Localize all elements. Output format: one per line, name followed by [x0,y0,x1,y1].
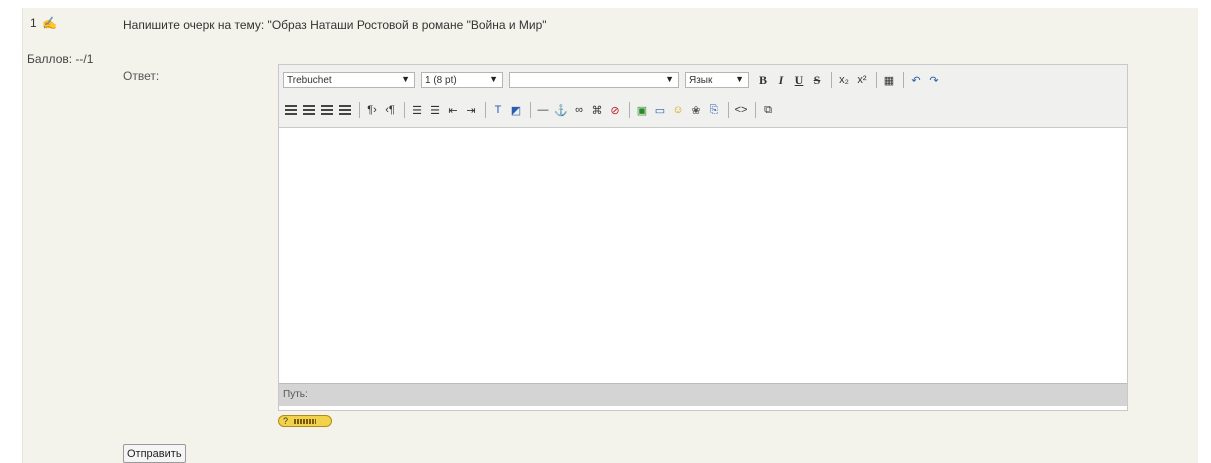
link-icon[interactable]: ∞ [571,102,587,118]
toolbar-divider [359,102,360,118]
clean-word-icon[interactable]: ▦ [881,72,897,88]
special-char-icon[interactable]: ❀ [688,102,704,118]
toolbar-divider [485,102,486,118]
html-source-icon[interactable]: <> [733,102,749,118]
question-score: Баллов: --/1 [27,52,94,66]
subscript-icon[interactable]: x₂ [836,72,852,88]
strikethrough-icon[interactable]: S [809,72,825,88]
font-size-select[interactable]: 1 (8 pt) ▼ [421,72,503,88]
editor-toolbar: Trebuchet ▼ 1 (8 pt) ▼ ▼ Язык ▼ B I U S … [279,65,1127,128]
fullscreen-icon[interactable]: ⧉ [760,102,776,118]
help-bars-icon [294,418,317,424]
smiley-icon[interactable]: ☺ [670,102,686,118]
toolbar-divider [903,72,904,88]
redo-icon[interactable]: ↷ [926,72,942,88]
align-right-icon[interactable] [319,102,335,118]
format-select[interactable]: ▼ [509,72,679,88]
language-select[interactable]: Язык ▼ [685,72,749,88]
table-icon[interactable]: ▭ [652,102,668,118]
ltr-icon[interactable]: ¶› [364,102,380,118]
chevron-down-icon: ▼ [401,74,410,84]
toolbar-row-2: ¶› ‹¶ ☰ ☰ ⇤ ⇥ T ◩ — ⚓ ∞ ⌘ ⊘ ▣ ▭ ☺ ❀ ⎘ <>… [283,99,778,121]
nolink-icon[interactable]: ⊘ [607,102,623,118]
outdent-icon[interactable]: ⇤ [445,102,461,118]
align-justify-icon[interactable] [337,102,353,118]
background-color-icon[interactable]: ◩ [508,102,524,118]
toolbar-divider [876,72,877,88]
answer-label: Ответ: [123,69,160,83]
unordered-list-icon[interactable]: ☰ [427,102,443,118]
unlink-icon[interactable]: ⌘ [589,102,605,118]
underline-icon[interactable]: U [791,72,807,88]
help-icon: ? [283,416,289,426]
superscript-icon[interactable]: x² [854,72,870,88]
font-size-value: 1 (8 pt) [425,74,457,86]
anchor-icon[interactable]: ⚓ [553,102,569,118]
question-number: 1 ✍ [30,16,57,30]
bold-icon[interactable]: B [755,72,771,88]
image-icon[interactable]: ▣ [634,102,650,118]
question-text: Напишите очерк на тему: "Образ Наташи Ро… [123,18,547,32]
font-family-select[interactable]: Trebuchet ▼ [283,72,415,88]
search-replace-icon[interactable]: ⎘ [706,102,722,118]
chevron-down-icon: ▼ [665,74,674,84]
help-badge[interactable]: ? [278,415,332,427]
chevron-down-icon: ▼ [735,74,744,84]
toolbar-divider [728,102,729,118]
italic-icon[interactable]: I [773,72,789,88]
align-center-icon[interactable] [301,102,317,118]
horizontal-rule-icon[interactable]: — [535,102,551,118]
indent-icon[interactable]: ⇥ [463,102,479,118]
undo-icon[interactable]: ↶ [908,72,924,88]
question-number-text: 1 [30,16,37,30]
text-color-icon[interactable]: T [490,102,506,118]
font-family-value: Trebuchet [287,74,332,86]
language-value: Язык [689,74,713,86]
rtl-icon[interactable]: ‹¶ [382,102,398,118]
toolbar-divider [530,102,531,118]
toolbar-divider [629,102,630,118]
edit-icon: ✍ [42,16,57,30]
toolbar-divider [404,102,405,118]
align-left-icon[interactable] [283,102,299,118]
chevron-down-icon: ▼ [489,74,498,84]
submit-button[interactable]: Отправить [123,444,186,463]
editor-content-area[interactable] [279,128,1127,383]
toolbar-divider [831,72,832,88]
ordered-list-icon[interactable]: ☰ [409,102,425,118]
rich-text-editor: Trebuchet ▼ 1 (8 pt) ▼ ▼ Язык ▼ B I U S … [278,64,1128,411]
editor-path-bar: Путь: [279,383,1127,406]
toolbar-row-1: Trebuchet ▼ 1 (8 pt) ▼ ▼ Язык ▼ B I U S … [283,69,944,91]
toolbar-divider [755,102,756,118]
